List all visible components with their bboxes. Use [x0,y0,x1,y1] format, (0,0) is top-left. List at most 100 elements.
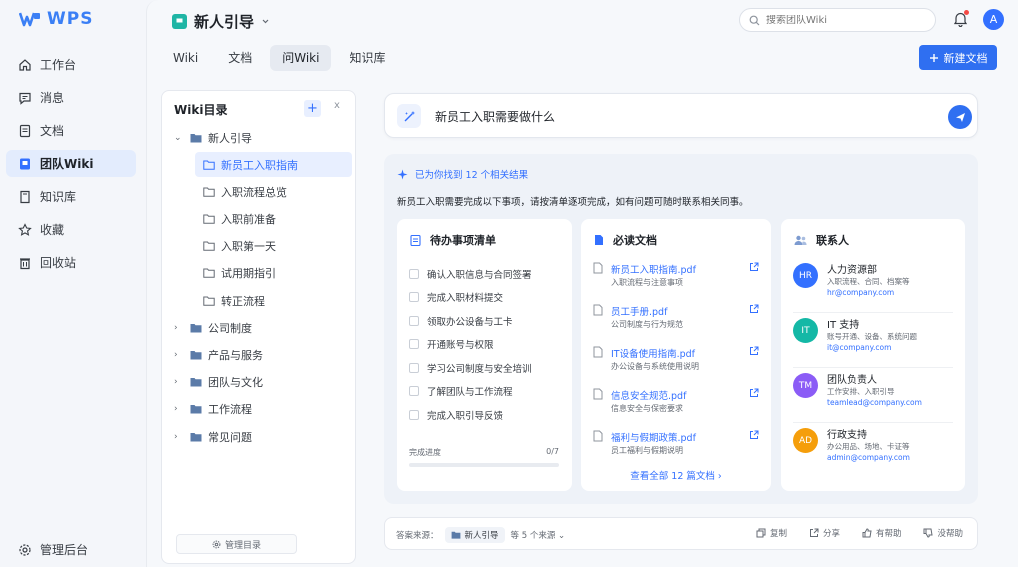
folder-outline-icon [203,160,215,170]
checkbox[interactable] [409,315,419,326]
tree-item-preparation[interactable]: 入职前准备 [195,207,352,232]
external-link-icon[interactable] [749,388,759,398]
source-chip[interactable]: 新人引导 [444,527,505,543]
tree-folder-faq[interactable]: › 常见问题 [168,424,352,449]
nav-item-team-wiki[interactable]: 团队Wiki [6,150,136,177]
todo-item[interactable]: 确认入职信息与合同签署 [409,262,532,286]
tree-folder-workflow[interactable]: › 工作流程 [168,397,352,422]
nav-item-documents[interactable]: 文档 [6,117,136,144]
nav-item-knowledge[interactable]: 知识库 [6,183,136,210]
notification-bell[interactable] [953,10,969,30]
contact-email[interactable]: it@company.com [827,343,891,352]
doc-link[interactable]: IT设备使用指南.pdf [611,346,695,360]
todo-item[interactable]: 领取办公设备与工卡 [409,309,532,333]
contact-item[interactable]: IT IT 支持 账号开通、设备、系统问题 it@company.com [793,313,953,368]
more-sources[interactable]: 等 5 个来源 ⌄ [511,529,566,541]
contact-desc: 办公用品、场地、卡证等 [827,442,910,451]
nav-item-favorites[interactable]: 收藏 [6,216,136,243]
doc-link[interactable]: 新员工入职指南.pdf [611,262,696,276]
folder-icon [190,432,202,442]
app-sidebar: WPS 工作台 消息 文档 团队Wiki 知识库 收藏 回收站 管理后台 [0,0,146,567]
folder-outline-icon [203,296,215,306]
checkbox[interactable] [409,292,419,303]
wps-logo[interactable]: WPS [19,9,93,29]
share-button[interactable]: 分享 [809,527,840,539]
todo-item[interactable]: 学习公司制度与安全培训 [409,356,532,380]
share-label: 分享 [822,529,840,539]
checkbox[interactable] [409,386,419,397]
question-box[interactable]: 新员工入职需要做什么 [384,93,978,138]
not-helpful-button[interactable]: 没帮助 [923,527,963,539]
admin-console-link[interactable]: 管理后台 [18,541,88,558]
external-link-icon[interactable] [749,262,759,272]
checkbox[interactable] [409,339,419,350]
nav-item-workbench[interactable]: 工作台 [6,51,136,78]
todo-item[interactable]: 了解团队与工作流程 [409,380,532,404]
thumbs-down-icon [923,528,934,538]
doc-item[interactable]: IT设备使用指南.pdf 办公设备与系统使用说明 [593,344,761,386]
nav-item-label: 工作台 [40,58,77,72]
tree-item-regularization[interactable]: 转正流程 [195,288,352,313]
copy-button[interactable]: 复制 [756,527,787,539]
tree-label: 团队与文化 [208,376,263,390]
folder-outline-icon [203,268,215,279]
checkbox[interactable] [409,268,419,279]
tree-item-probation[interactable]: 试用期指引 [195,261,352,286]
nav-item-trash[interactable]: 回收站 [6,249,136,276]
doc-item[interactable]: 福利与假期政策.pdf 员工福利与假期说明 [593,428,761,470]
clipboard-icon [410,234,421,246]
tab-wiki[interactable]: Wiki [161,45,210,71]
tree-folder-policies[interactable]: › 公司制度 [168,315,352,340]
external-link-icon[interactable] [749,430,759,440]
folder-outline-icon [203,241,215,251]
view-all-docs-link[interactable]: 查看全部 12 篇文档 › [581,468,771,482]
external-link-icon[interactable] [749,346,759,356]
todo-item[interactable]: 完成入职材料提交 [409,286,532,310]
add-page-button[interactable]: + [304,100,321,117]
doc-item[interactable]: 新员工入职指南.pdf 入职流程与注意事项 [593,260,761,302]
wiki-directory-panel: Wiki目录 + x ⌄ 新人引导 新员工入职指南 入职流程总览 入职前准备 入… [161,90,356,564]
doc-item[interactable]: 员工手册.pdf 公司制度与行为规范 [593,302,761,344]
contact-email[interactable]: admin@company.com [827,453,910,462]
collapse-button[interactable]: x [334,100,340,111]
checkbox[interactable] [409,409,419,420]
result-count: 已为你找到 12 个相关结果 [397,167,528,181]
answer-actions: 复制 分享 有帮助 没帮助 [756,527,963,539]
doc-link[interactable]: 福利与假期政策.pdf [611,430,696,444]
tree-folder-culture[interactable]: › 团队与文化 [168,370,352,395]
send-button[interactable] [948,105,972,129]
tree-root-onboarding[interactable]: ⌄ 新人引导 [168,125,352,150]
contact-item[interactable]: TM 团队负责人 工作安排、入职引导 teamlead@company.com [793,368,953,423]
tree-item-new-employee-guide[interactable]: 新员工入职指南 [195,152,352,178]
space-title-text: 新人引导 [194,13,255,31]
tab-documents[interactable]: 文档 [216,45,264,71]
search-input[interactable] [766,14,916,26]
contact-item[interactable]: HR 人力资源部 入职流程、合同、档案等 hr@company.com [793,258,953,313]
tree-item-first-day[interactable]: 入职第一天 [195,234,352,259]
todo-label: 确认入职信息与合同签署 [427,269,532,281]
tab-knowledge[interactable]: 知识库 [337,45,397,71]
manage-directory-button[interactable]: 管理目录 [176,534,297,554]
doc-item[interactable]: 信息安全规范.pdf 信息安全与保密要求 [593,386,761,428]
contact-item[interactable]: AD 行政支持 办公用品、场地、卡证等 admin@company.com [793,423,953,478]
todo-item[interactable]: 开通账号与权限 [409,333,532,357]
tree-folder-products[interactable]: › 产品与服务 [168,343,352,368]
helpful-button[interactable]: 有帮助 [862,527,901,539]
send-icon [955,112,965,122]
checkbox[interactable] [409,362,419,373]
contact-email[interactable]: teamlead@company.com [827,398,922,407]
new-document-button[interactable]: 新建文档 [919,45,997,70]
tab-ask-wiki[interactable]: 问Wiki [270,45,332,71]
doc-link[interactable]: 信息安全规范.pdf [611,388,686,402]
user-avatar[interactable]: A [983,9,1004,30]
copy-label: 复制 [769,529,787,539]
contact-email[interactable]: hr@company.com [827,288,894,297]
space-title[interactable]: 新人引导 [172,11,270,32]
todo-title: 待办事项清单 [430,234,496,247]
doc-link[interactable]: 员工手册.pdf [611,304,667,318]
external-link-icon[interactable] [749,304,759,314]
todo-item[interactable]: 完成入职引导反馈 [409,403,532,427]
tree-item-overview[interactable]: 入职流程总览 [195,179,352,204]
nav-item-messages[interactable]: 消息 [6,84,136,111]
search-box[interactable] [739,8,936,32]
